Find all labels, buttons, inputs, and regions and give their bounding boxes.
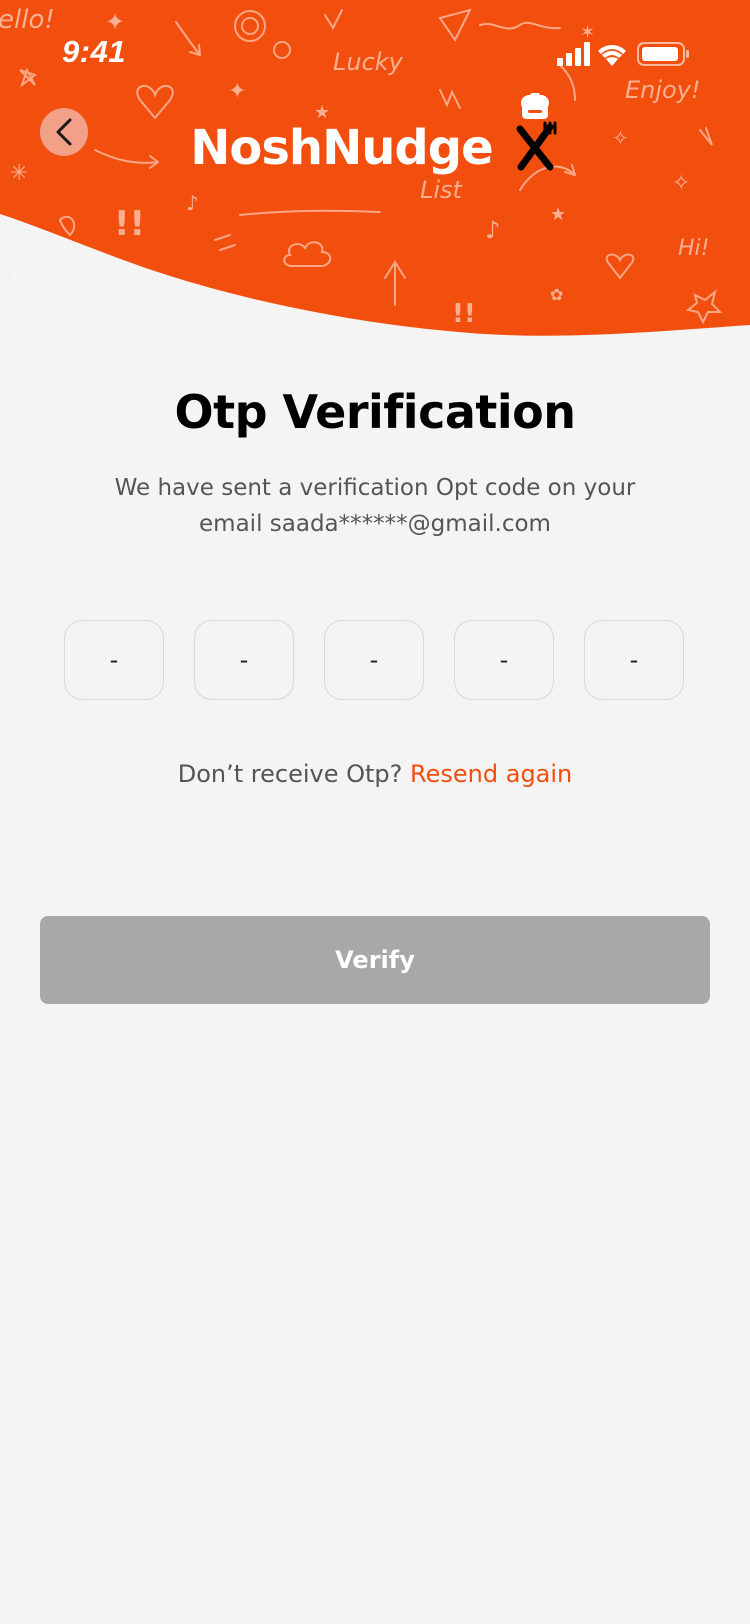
- chef-hat-icon: [520, 93, 549, 119]
- fork-knife-icon: [516, 121, 557, 171]
- svg-text:List: List: [420, 176, 464, 204]
- svg-text:♪: ♪: [186, 191, 199, 215]
- cellular-signal-icon: [557, 42, 590, 66]
- verify-button[interactable]: Verify: [40, 916, 710, 1004]
- status-bar: 9:41: [0, 0, 750, 100]
- brand: NoshNudge: [0, 93, 750, 176]
- header-banner: ello! Lucky Enjoy! List Hi! Ok! !! !! ✦ …: [0, 0, 750, 340]
- wifi-icon: [598, 45, 626, 66]
- brand-name: NoshNudge: [190, 120, 494, 176]
- battery-icon: [637, 42, 689, 66]
- otp-digit-1[interactable]: -: [64, 620, 164, 700]
- status-icons: [557, 42, 689, 66]
- status-time: 9:41: [62, 34, 127, 69]
- svg-text:♪: ♪: [485, 216, 500, 244]
- svg-text:Hi!: Hi!: [678, 236, 709, 261]
- resend-row: Don’t receive Otp? Resend again: [0, 760, 750, 788]
- resend-again-link[interactable]: Resend again: [410, 760, 572, 788]
- svg-text:Ok!: Ok!: [0, 264, 39, 289]
- otp-input-group: - - - - -: [64, 620, 684, 700]
- otp-digit-2[interactable]: -: [194, 620, 294, 700]
- resend-prompt: Don’t receive Otp?: [177, 760, 403, 788]
- otp-digit-4[interactable]: -: [454, 620, 554, 700]
- otp-digit-3[interactable]: -: [324, 620, 424, 700]
- svg-text:!!: !!: [114, 204, 145, 244]
- svg-text:★: ★: [550, 204, 566, 225]
- svg-text:✿: ✿: [550, 285, 563, 304]
- page-title: Otp Verification: [174, 385, 576, 439]
- otp-digit-5[interactable]: -: [584, 620, 684, 700]
- chef-hat-fork-knife-icon: [516, 93, 557, 171]
- verification-message: We have sent a verification Opt code on …: [114, 475, 636, 537]
- svg-text:!!: !!: [452, 299, 476, 329]
